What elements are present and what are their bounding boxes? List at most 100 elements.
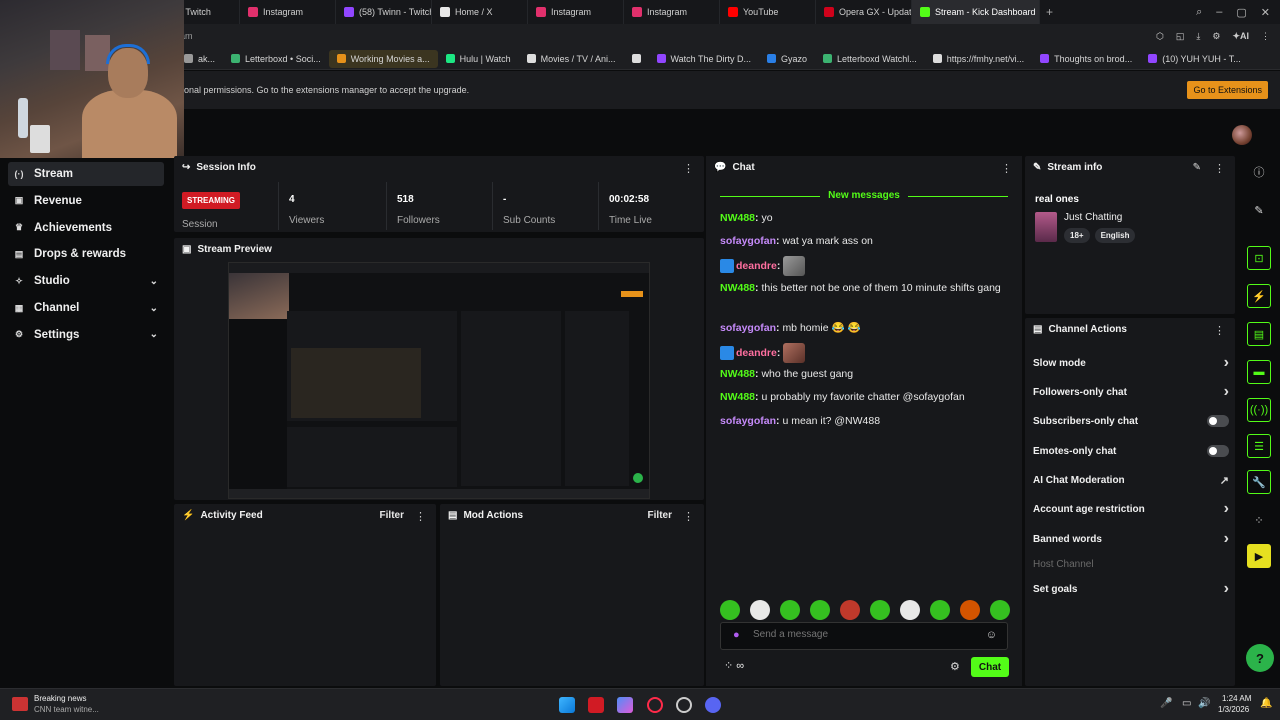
channel-action-emotes-only-chat[interactable]: Emotes-only chat bbox=[1033, 441, 1229, 461]
chat-bubble-icon[interactable]: ▬ bbox=[1247, 360, 1271, 384]
chat-username[interactable]: sofaygofan bbox=[720, 322, 776, 334]
network-icon[interactable]: ▭ bbox=[1182, 698, 1191, 709]
chevron-right-icon[interactable]: › bbox=[1224, 530, 1229, 548]
browser-tab[interactable]: Instagram bbox=[528, 0, 624, 24]
sidebar-item-settings[interactable]: ⚙ Settings ⌄ bbox=[8, 323, 164, 347]
bookmark-item[interactable]: Letterboxd • Soci... bbox=[223, 50, 329, 68]
mic-tray-icon[interactable]: 🎤 bbox=[1160, 698, 1172, 709]
browser-tab[interactable]: Instagram bbox=[240, 0, 336, 24]
channel-action-account-age-restriction[interactable]: Account age restriction › bbox=[1033, 499, 1229, 519]
bookmark-item[interactable]: Watch The Dirty D... bbox=[649, 50, 760, 68]
send-chat-button[interactable]: Chat bbox=[971, 657, 1009, 677]
news-widget-icon[interactable] bbox=[12, 697, 28, 711]
bookmark-item[interactable]: Working Movies a... bbox=[328, 49, 438, 68]
stream-tag[interactable]: 18+ bbox=[1064, 228, 1090, 243]
chat-username[interactable]: deandre bbox=[736, 260, 777, 272]
toggle-switch[interactable] bbox=[1207, 445, 1229, 457]
chevron-down-icon[interactable]: ⌄ bbox=[150, 276, 158, 287]
menu-icon[interactable]: ⋮ bbox=[1261, 31, 1270, 42]
chat-username[interactable]: NW488 bbox=[720, 282, 755, 294]
bookmark-item[interactable]: Letterboxd Watchl... bbox=[815, 50, 925, 68]
mod-menu-icon[interactable]: ⋮ bbox=[683, 510, 694, 523]
kick-points-icon[interactable]: ⁘ ∞ bbox=[724, 659, 744, 672]
activity-menu-icon[interactable]: ⋮ bbox=[415, 510, 426, 523]
bookmark-item[interactable] bbox=[624, 50, 649, 68]
external-link-icon[interactable]: ↗ bbox=[1220, 474, 1229, 487]
channel-action-set-goals[interactable]: Set goals › bbox=[1033, 579, 1229, 599]
clapper-icon[interactable]: ▶ bbox=[1247, 544, 1271, 568]
news-title[interactable]: Breaking news bbox=[34, 694, 86, 703]
chevron-right-icon[interactable]: › bbox=[1224, 354, 1229, 372]
channel-action-followers-only-chat[interactable]: Followers-only chat › bbox=[1033, 382, 1229, 402]
volume-icon[interactable]: 🔊 bbox=[1198, 698, 1210, 709]
clock-time[interactable]: 1:24 AM bbox=[1222, 694, 1251, 703]
clock-date[interactable]: 1/3/2026 bbox=[1218, 705, 1249, 714]
minimize-button[interactable]: – bbox=[1216, 6, 1222, 19]
sidebar-item-stream[interactable]: (·) Stream bbox=[8, 162, 164, 186]
copilot-icon[interactable] bbox=[617, 697, 633, 713]
download-icon[interactable]: ⤓ bbox=[1196, 31, 1200, 42]
browser-tab[interactable]: Home / X bbox=[432, 0, 528, 24]
list-icon[interactable]: ☰ bbox=[1247, 434, 1271, 458]
bookmark-item[interactable]: https://fmhy.net/vi... bbox=[925, 50, 1032, 68]
chat-settings-icon[interactable]: ⚙ bbox=[950, 660, 960, 673]
target-icon[interactable]: ⊡ bbox=[1247, 246, 1271, 270]
notification-icon[interactable]: 🔔 bbox=[1260, 698, 1272, 709]
emoji-icon[interactable]: ☺ bbox=[986, 629, 997, 641]
stream-info-menu-icon[interactable]: ⋮ bbox=[1214, 162, 1225, 175]
quick-emote[interactable] bbox=[990, 600, 1010, 620]
new-tab-button[interactable]: + bbox=[1040, 5, 1059, 19]
chevron-down-icon[interactable]: ⌄ bbox=[150, 303, 158, 314]
extensions-icon[interactable]: ⬡ bbox=[1156, 31, 1164, 42]
channel-action-ai-chat-moderation[interactable]: AI Chat Moderation ↗ bbox=[1033, 470, 1229, 490]
quick-emote[interactable] bbox=[930, 600, 950, 620]
bookmark-item[interactable]: Hulu | Watch bbox=[438, 50, 519, 68]
chat-username[interactable]: NW488 bbox=[720, 368, 755, 380]
session-menu-icon[interactable]: ⋮ bbox=[683, 162, 694, 175]
activity-filter-button[interactable]: Filter bbox=[380, 510, 404, 521]
go-to-extensions-button[interactable]: Go to Extensions bbox=[1187, 81, 1268, 99]
quick-emote[interactable] bbox=[780, 600, 800, 620]
chevron-right-icon[interactable]: › bbox=[1224, 580, 1229, 598]
chat-username[interactable]: NW488 bbox=[720, 391, 755, 403]
quick-emote[interactable] bbox=[750, 600, 770, 620]
search-icon[interactable]: ⌕ bbox=[1196, 6, 1202, 19]
mod-filter-button[interactable]: Filter bbox=[648, 510, 672, 521]
avatar[interactable] bbox=[1232, 125, 1252, 145]
new-messages-divider[interactable]: New messages bbox=[706, 190, 1022, 201]
channel-action-subscribers-only-chat[interactable]: Subscribers-only chat bbox=[1033, 411, 1229, 431]
browser-tab[interactable]: Instagram bbox=[624, 0, 720, 24]
wrench-icon[interactable]: 🔧 bbox=[1247, 470, 1271, 494]
letterboxd-app-icon[interactable] bbox=[588, 697, 604, 713]
info-icon[interactable]: ⓘ bbox=[1247, 160, 1271, 184]
help-button[interactable]: ? bbox=[1246, 644, 1274, 672]
channel-actions-menu-icon[interactable]: ⋮ bbox=[1214, 324, 1225, 337]
edit-icon[interactable]: ✎ bbox=[1193, 162, 1201, 173]
chat-username[interactable]: NW488 bbox=[720, 212, 755, 224]
quick-emote[interactable] bbox=[900, 600, 920, 620]
browser-tab[interactable]: YouTube bbox=[720, 0, 816, 24]
toggle-switch[interactable] bbox=[1207, 415, 1229, 427]
opera-gx-icon[interactable] bbox=[647, 697, 663, 713]
stream-preview-video[interactable] bbox=[228, 262, 650, 499]
browser-tab[interactable]: Opera GX - Update c bbox=[816, 0, 912, 24]
chat-username[interactable]: deandre bbox=[736, 347, 777, 359]
channel-action-banned-words[interactable]: Banned words › bbox=[1033, 529, 1229, 549]
bookmark-item[interactable]: Gyazo bbox=[759, 50, 815, 68]
clipboard-icon[interactable]: ▤ bbox=[1247, 322, 1271, 346]
snapshot-icon[interactable]: ◱ bbox=[1176, 31, 1185, 42]
chevron-down-icon[interactable]: ⌄ bbox=[150, 329, 158, 340]
quick-emote[interactable] bbox=[960, 600, 980, 620]
stream-tag[interactable]: English bbox=[1094, 228, 1136, 243]
discord-icon[interactable] bbox=[705, 697, 721, 713]
sidebar-item-revenue[interactable]: ▣ Revenue bbox=[8, 189, 164, 213]
sidebar-item-channel[interactable]: ▦ Channel ⌄ bbox=[8, 296, 164, 320]
chat-username[interactable]: sofaygofan bbox=[720, 415, 776, 427]
bookmark-item[interactable]: Thoughts on brod... bbox=[1032, 50, 1140, 68]
quick-emote[interactable] bbox=[870, 600, 890, 620]
close-button[interactable]: ✕ bbox=[1261, 6, 1270, 19]
ai-button[interactable]: ✦AI bbox=[1232, 31, 1249, 42]
bookmark-item[interactable]: (10) YUH YUH - T... bbox=[1140, 50, 1249, 68]
bookmark-item[interactable]: Movies / TV / Ani... bbox=[519, 50, 624, 68]
chevron-right-icon[interactable]: › bbox=[1224, 383, 1229, 401]
